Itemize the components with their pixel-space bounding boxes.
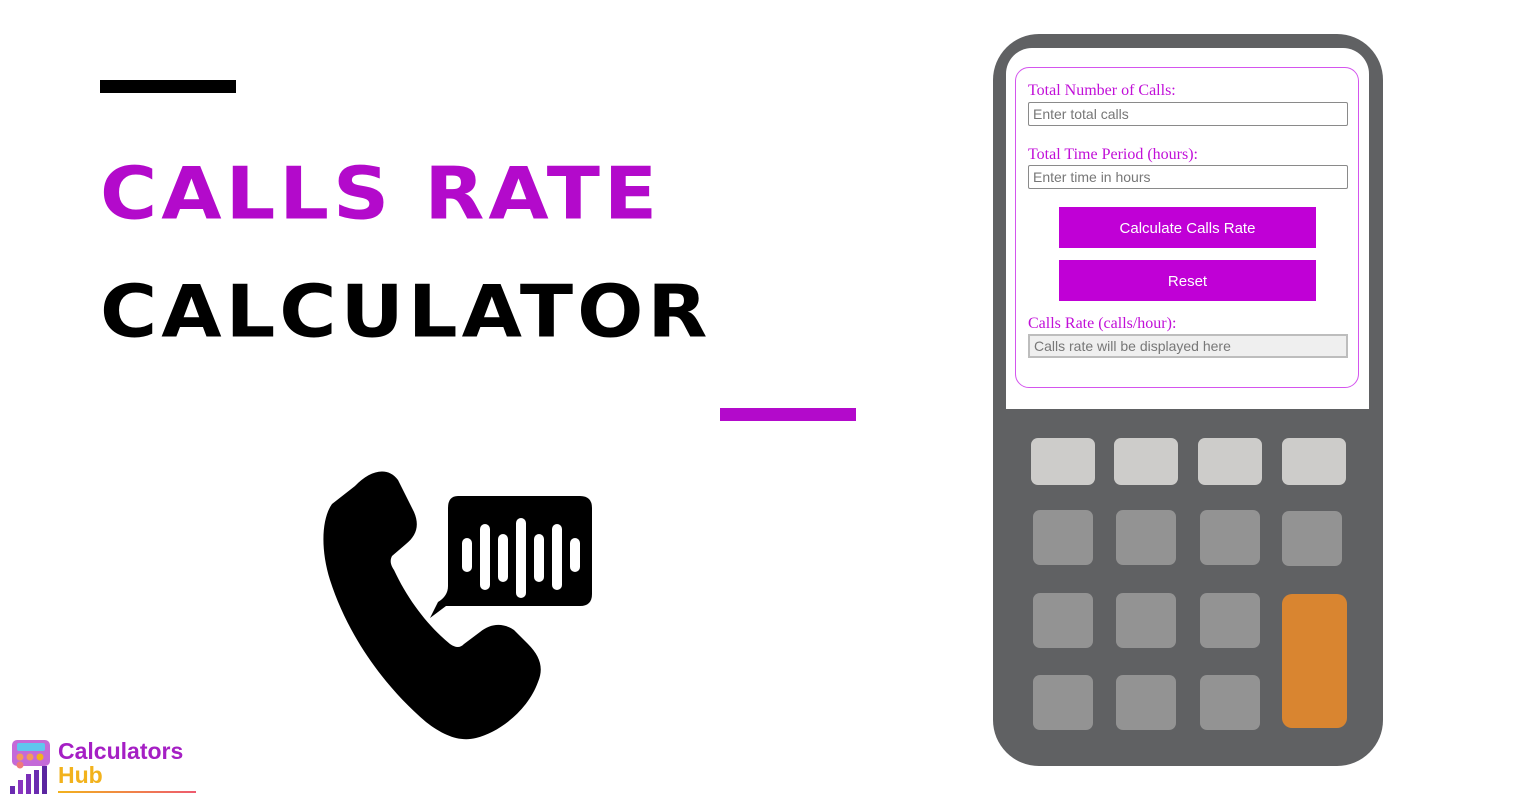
calculator-key [1198,438,1262,485]
decorative-bar-bottom [720,408,856,421]
calculator-key [1033,675,1093,730]
calculator-key [1282,438,1346,485]
phone-voice-icon [323,471,592,740]
calculator-key [1200,675,1260,730]
calculator-key [1033,510,1093,565]
total-calls-input[interactable] [1028,102,1348,126]
result-output [1028,334,1348,358]
calculator-key [1114,438,1178,485]
reset-button[interactable]: Reset [1059,260,1316,301]
time-period-input[interactable] [1028,165,1348,189]
calculators-hub-logo: Calculators Hub [6,736,206,798]
calculator-key [1116,510,1176,565]
page-title-line1: CALLS RATE [100,152,662,237]
time-period-label: Total Time Period (hours): [1028,146,1198,163]
logo-text-calculators: Calculators [58,738,184,764]
logo-calculator-icon [10,740,50,794]
calculator-key [1033,593,1093,648]
calculator-equals-key [1282,594,1347,728]
voice-bubble-icon [430,496,592,618]
logo-underline [58,791,196,793]
total-calls-label: Total Number of Calls: [1028,82,1176,99]
calculator-key [1031,438,1095,485]
page-title-line2: CALCULATOR [100,270,712,355]
calculator-key [1282,511,1342,566]
calculator-key [1200,593,1260,648]
logo-text-hub: Hub [58,762,103,788]
calculator-key [1200,510,1260,565]
decorative-bar-top [100,80,236,93]
calculate-button[interactable]: Calculate Calls Rate [1059,207,1316,248]
result-label: Calls Rate (calls/hour): [1028,315,1177,332]
calculator-key [1116,593,1176,648]
calculator-key [1116,675,1176,730]
